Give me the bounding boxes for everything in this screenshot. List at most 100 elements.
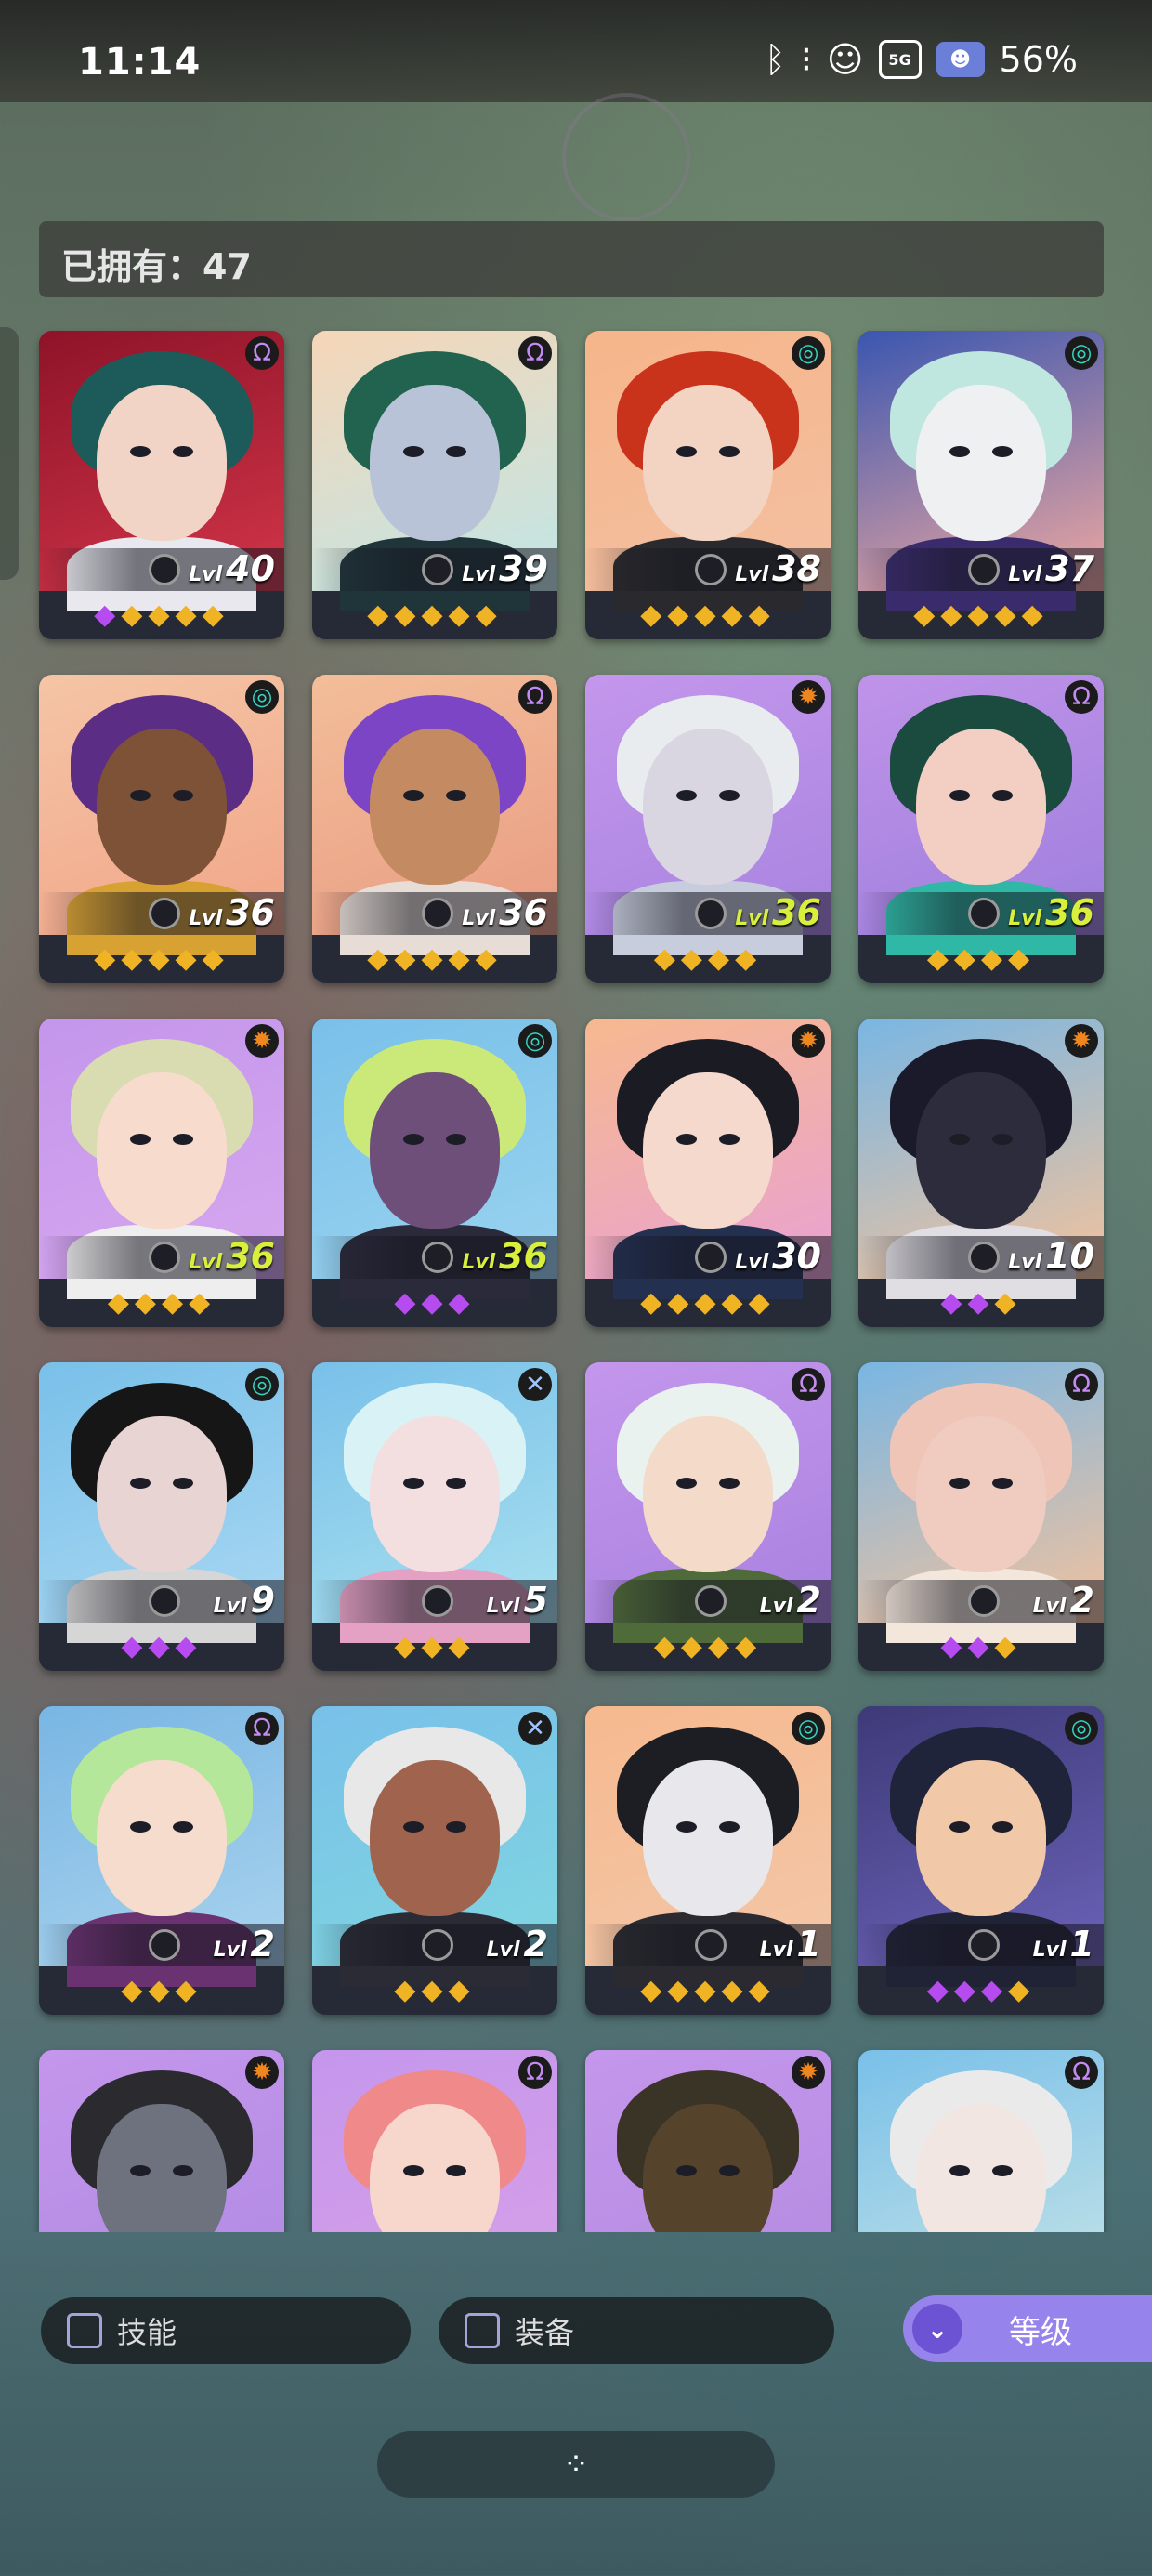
gold-gem-icon: ◆ xyxy=(421,1974,449,2006)
hero-card[interactable]: ✹ Lvl 36 ◆◆◆◆ xyxy=(585,675,831,983)
hero-eye xyxy=(719,1478,740,1489)
hero-portrait: ✹ xyxy=(585,2050,831,2232)
hero-eye xyxy=(676,446,697,457)
gold-gem-icon: ◆ xyxy=(735,1630,763,1663)
hero-star-rating: ◆◆◆◆◆ xyxy=(39,595,284,636)
gold-gem-icon: ◆ xyxy=(653,942,681,975)
hero-level: Lvl 38 xyxy=(735,548,821,596)
hero-eye xyxy=(992,446,1013,457)
hero-level: Lvl 37 xyxy=(1008,548,1094,596)
sort-by-level-button[interactable]: ⌄ 等级 xyxy=(903,2295,1152,2362)
hero-card[interactable]: ◎ Lvl 37 ◆◆◆◆◆ xyxy=(858,331,1104,639)
level-value: 37 xyxy=(1045,548,1094,589)
gold-gem-icon: ◆ xyxy=(994,1286,1022,1319)
omega-icon: Ω xyxy=(1065,680,1098,714)
gold-gem-icon: ◆ xyxy=(107,1286,135,1319)
hero-card[interactable]: ✹ Lvl 36 ◆◆◆◆ xyxy=(39,1019,284,1327)
hero-card[interactable]: Ω xyxy=(858,2050,1104,2232)
hero-card[interactable]: Ω Lvl 39 ◆◆◆◆◆ xyxy=(312,331,557,639)
diamond-dots-icon: ⁘ xyxy=(562,2446,590,2483)
hero-card[interactable]: ◎ Lvl 36 ◆◆◆ xyxy=(312,1019,557,1327)
gold-gem-icon: ◆ xyxy=(694,1286,722,1319)
level-prefix: Lvl xyxy=(1032,1939,1067,1962)
system-icons: ᛒ ⁝ ☺ 5G ☻ 56% xyxy=(765,39,1078,80)
hero-card[interactable]: ✕ Lvl 2 ◆◆◆ xyxy=(312,1706,557,2015)
hero-eye xyxy=(949,1821,970,1833)
gold-gem-icon: ◆ xyxy=(421,1630,449,1663)
skill-filter[interactable]: 技能 xyxy=(41,2297,411,2364)
hero-face xyxy=(916,385,1046,541)
level-value: 1 xyxy=(1069,1924,1094,1965)
gold-gem-icon: ◆ xyxy=(721,1974,749,2006)
spiral-icon: ◎ xyxy=(792,1712,825,1745)
hero-card[interactable]: Ω Lvl 2 ◆◆◆ xyxy=(858,1362,1104,1671)
equipment-slot-icon xyxy=(695,554,727,585)
hero-eye xyxy=(403,446,424,457)
hero-card[interactable]: ✹ xyxy=(585,2050,831,2232)
gold-gem-icon: ◆ xyxy=(735,942,763,975)
clock: 11:14 xyxy=(78,41,202,84)
hero-face xyxy=(916,1760,1046,1916)
equipment-slot-icon xyxy=(695,1929,727,1961)
level-prefix: Lvl xyxy=(462,907,496,930)
level-value: 5 xyxy=(523,1580,548,1621)
skill-checkbox[interactable] xyxy=(67,2313,102,2348)
hero-card[interactable]: ✹ Lvl 10 ◆◆◆ xyxy=(858,1019,1104,1327)
hero-card[interactable]: Ω Lvl 36 ◆◆◆◆ xyxy=(858,675,1104,983)
collapse-handle[interactable]: ⁘ xyxy=(377,2431,775,2498)
equipment-slot-icon xyxy=(968,1585,1000,1617)
level-value: 36 xyxy=(772,892,821,933)
hero-card[interactable]: ✹ Lvl 30 ◆◆◆◆◆ xyxy=(585,1019,831,1327)
gold-gem-icon: ◆ xyxy=(121,1974,149,2006)
hero-card[interactable]: ✕ Lvl 5 ◆◆◆ xyxy=(312,1362,557,1671)
equipment-slot-icon xyxy=(422,554,453,585)
sun-icon: ✹ xyxy=(792,680,825,714)
equipment-slot-icon xyxy=(968,554,1000,585)
hero-star-rating: ◆◆◆ xyxy=(858,1626,1104,1667)
double-chevron-down-icon: ⌄ xyxy=(912,2304,962,2354)
gold-gem-icon: ◆ xyxy=(721,598,749,631)
equipment-checkbox[interactable] xyxy=(465,2313,500,2348)
filter-bar: 技能 装备 ⌄ 等级 xyxy=(0,2286,1152,2388)
gold-gem-icon: ◆ xyxy=(394,942,422,975)
hero-face xyxy=(370,1072,500,1229)
hero-card[interactable]: Ω Lvl 36 ◆◆◆◆◆ xyxy=(312,675,557,983)
equipment-filter[interactable]: 装备 xyxy=(439,2297,834,2364)
hero-card[interactable]: Ω xyxy=(312,2050,557,2232)
hero-card[interactable]: ◎ Lvl 36 ◆◆◆◆◆ xyxy=(39,675,284,983)
hero-level: Lvl 36 xyxy=(735,892,821,940)
hero-eye xyxy=(719,790,740,801)
level-prefix: Lvl xyxy=(759,1939,793,1962)
hero-card[interactable]: Ω Lvl 2 ◆◆◆ xyxy=(39,1706,284,2015)
hero-star-rating: ◆◆◆ xyxy=(858,1282,1104,1323)
level-value: 38 xyxy=(772,548,821,589)
hero-eye xyxy=(173,1478,193,1489)
gold-gem-icon: ◆ xyxy=(994,1630,1022,1663)
hero-card[interactable]: ◎ Lvl 9 ◆◆◆ xyxy=(39,1362,284,1671)
hero-card[interactable]: ◎ Lvl 1 ◆◆◆◆ xyxy=(858,1706,1104,2015)
hero-eye xyxy=(446,2165,466,2176)
omega-icon: Ω xyxy=(1065,1368,1098,1401)
omega-icon: Ω xyxy=(245,1712,279,1745)
level-value: 10 xyxy=(1045,1236,1094,1277)
hero-card[interactable]: ✹ xyxy=(39,2050,284,2232)
hero-eye xyxy=(446,790,466,801)
hero-card[interactable]: Ω Lvl 2 ◆◆◆◆ xyxy=(585,1362,831,1671)
hero-eye xyxy=(403,790,424,801)
gold-gem-icon: ◆ xyxy=(940,598,968,631)
hero-eye xyxy=(949,2165,970,2176)
hero-card[interactable]: ◎ Lvl 38 ◆◆◆◆◆ xyxy=(585,331,831,639)
level-prefix: Lvl xyxy=(486,1939,520,1962)
hero-level: Lvl 2 xyxy=(760,1580,821,1627)
equipment-slot-icon xyxy=(968,1242,1000,1273)
gold-gem-icon: ◆ xyxy=(748,598,776,631)
hero-card[interactable]: ◎ Lvl 1 ◆◆◆◆◆ xyxy=(585,1706,831,2015)
hero-card[interactable]: Ω Lvl 40 ◆◆◆◆◆ xyxy=(39,331,284,639)
hero-face xyxy=(916,1416,1046,1572)
hero-star-rating: ◆◆◆ xyxy=(39,1970,284,2011)
hero-eye xyxy=(403,1821,424,1833)
level-value: 36 xyxy=(499,1236,548,1277)
level-prefix: Lvl xyxy=(462,563,496,586)
hero-eye xyxy=(949,790,970,801)
hero-level: Lvl 30 xyxy=(735,1236,821,1283)
